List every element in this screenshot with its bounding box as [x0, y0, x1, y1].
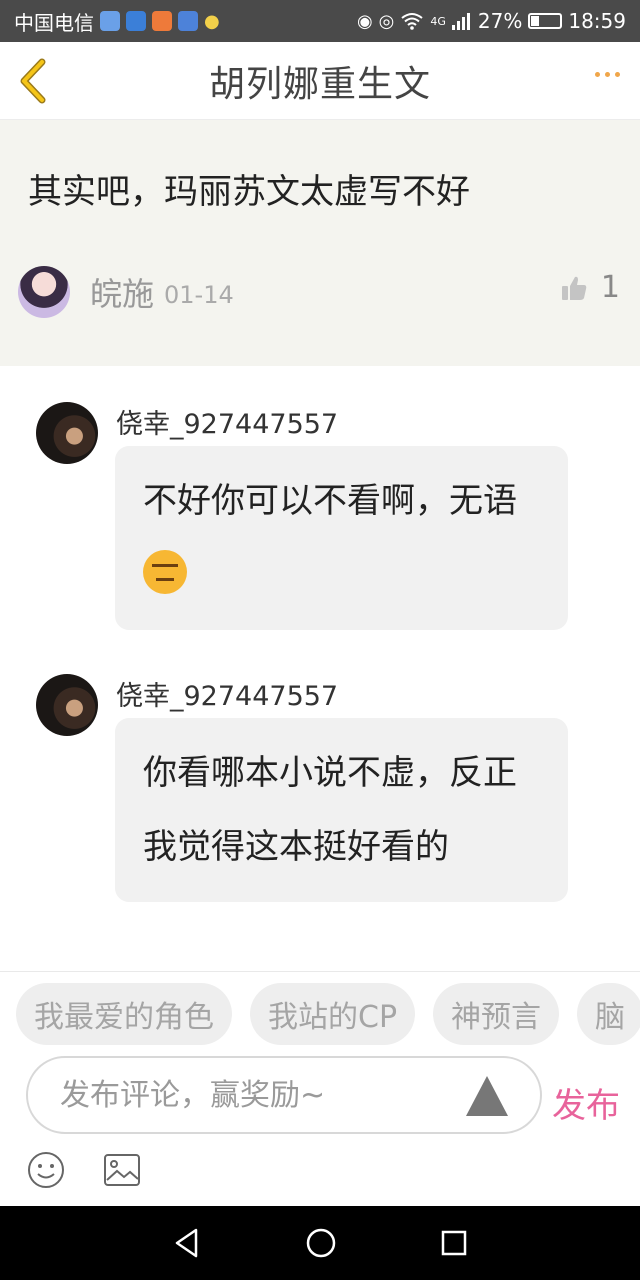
nav-recents-icon[interactable]	[440, 1229, 468, 1257]
app-notification-icon	[100, 11, 120, 31]
publish-button[interactable]: 发布	[552, 1078, 620, 1127]
battery-percent: 27%	[477, 9, 523, 33]
comment-box[interactable]	[26, 1056, 542, 1134]
status-bar: 中国电信 ● ◉ ◎ 4G 27% 18:59	[0, 0, 640, 42]
reply-text: 不好你可以不看啊，无语	[143, 481, 517, 521]
divider	[0, 971, 640, 972]
post-text: 其实吧，玛丽苏文太虚写不好	[28, 172, 470, 212]
status-left: 中国电信 ●	[14, 7, 220, 36]
more-dot-icon	[605, 72, 610, 77]
more-dot-icon	[595, 72, 600, 77]
video-app-icon	[152, 11, 172, 31]
carrier-label: 中国电信	[14, 10, 94, 35]
comment-tools	[26, 1150, 142, 1190]
post-meta: 皖施 01-14	[18, 266, 234, 318]
tag-chip[interactable]: 我站的CP	[250, 983, 416, 1045]
bulb-icon: ●	[204, 10, 220, 32]
more-options-button[interactable]	[595, 72, 620, 77]
back-button[interactable]	[12, 56, 56, 106]
reply-username[interactable]: 侥幸_927447557	[116, 402, 338, 441]
battery-icon	[528, 13, 563, 29]
post-date: 01-14	[164, 281, 234, 309]
app-notification-icon	[126, 11, 146, 31]
eye-icon: ◎	[378, 10, 395, 32]
app-screen: 中国电信 ● ◉ ◎ 4G 27% 18:59 胡列娜重生文 其实吧，玛丽苏文太…	[0, 0, 640, 1280]
nav-home-icon[interactable]	[305, 1227, 337, 1259]
battery-fill	[531, 16, 540, 26]
avatar[interactable]	[36, 674, 98, 736]
tag-chip[interactable]: 我最爱的角色	[16, 983, 232, 1045]
topic-tags: 我最爱的角色 我站的CP 神预言 脑	[16, 983, 640, 1045]
signal-icon	[451, 13, 470, 30]
post-author[interactable]: 皖施	[90, 269, 154, 315]
app-notification-icon	[178, 11, 198, 31]
network-type: 4G	[430, 14, 446, 28]
like-count: 1	[600, 270, 620, 305]
reply-bubble[interactable]: 你看哪本小说不虚，反正我觉得这本挺好看的	[115, 718, 568, 902]
avatar[interactable]	[18, 266, 70, 318]
image-icon[interactable]	[102, 1150, 142, 1190]
tag-chip[interactable]: 脑	[577, 983, 640, 1045]
reply-username[interactable]: 侥幸_927447557	[116, 674, 338, 713]
page-title: 胡列娜重生文	[208, 63, 431, 105]
nav-back-icon[interactable]	[172, 1227, 202, 1259]
nfc-icon: ◉	[356, 10, 373, 32]
expressionless-face-icon	[143, 550, 187, 594]
thumbs-up-icon	[561, 276, 587, 300]
avatar[interactable]	[36, 402, 98, 464]
like-button[interactable]: 1	[561, 270, 620, 305]
comment-input[interactable]	[60, 1072, 460, 1118]
emoji-icon[interactable]	[26, 1150, 66, 1190]
status-right: ◉ ◎ 4G 27% 18:59	[357, 9, 626, 33]
reply-text: 你看哪本小说不虚，反正我觉得这本挺好看的	[143, 753, 517, 867]
top-header: 胡列娜重生文	[0, 42, 640, 120]
original-post: 其实吧，玛丽苏文太虚写不好 皖施 01-14 1	[0, 120, 640, 366]
clock: 18:59	[568, 9, 626, 33]
system-nav-bar	[0, 1206, 640, 1280]
tag-chip[interactable]: 神预言	[433, 983, 560, 1045]
reply-bubble[interactable]: 不好你可以不看啊，无语	[115, 446, 568, 630]
triangle-icon[interactable]	[466, 1076, 508, 1116]
wifi-icon	[401, 13, 423, 30]
more-dot-icon	[615, 72, 620, 77]
chevron-left-icon	[20, 58, 46, 104]
